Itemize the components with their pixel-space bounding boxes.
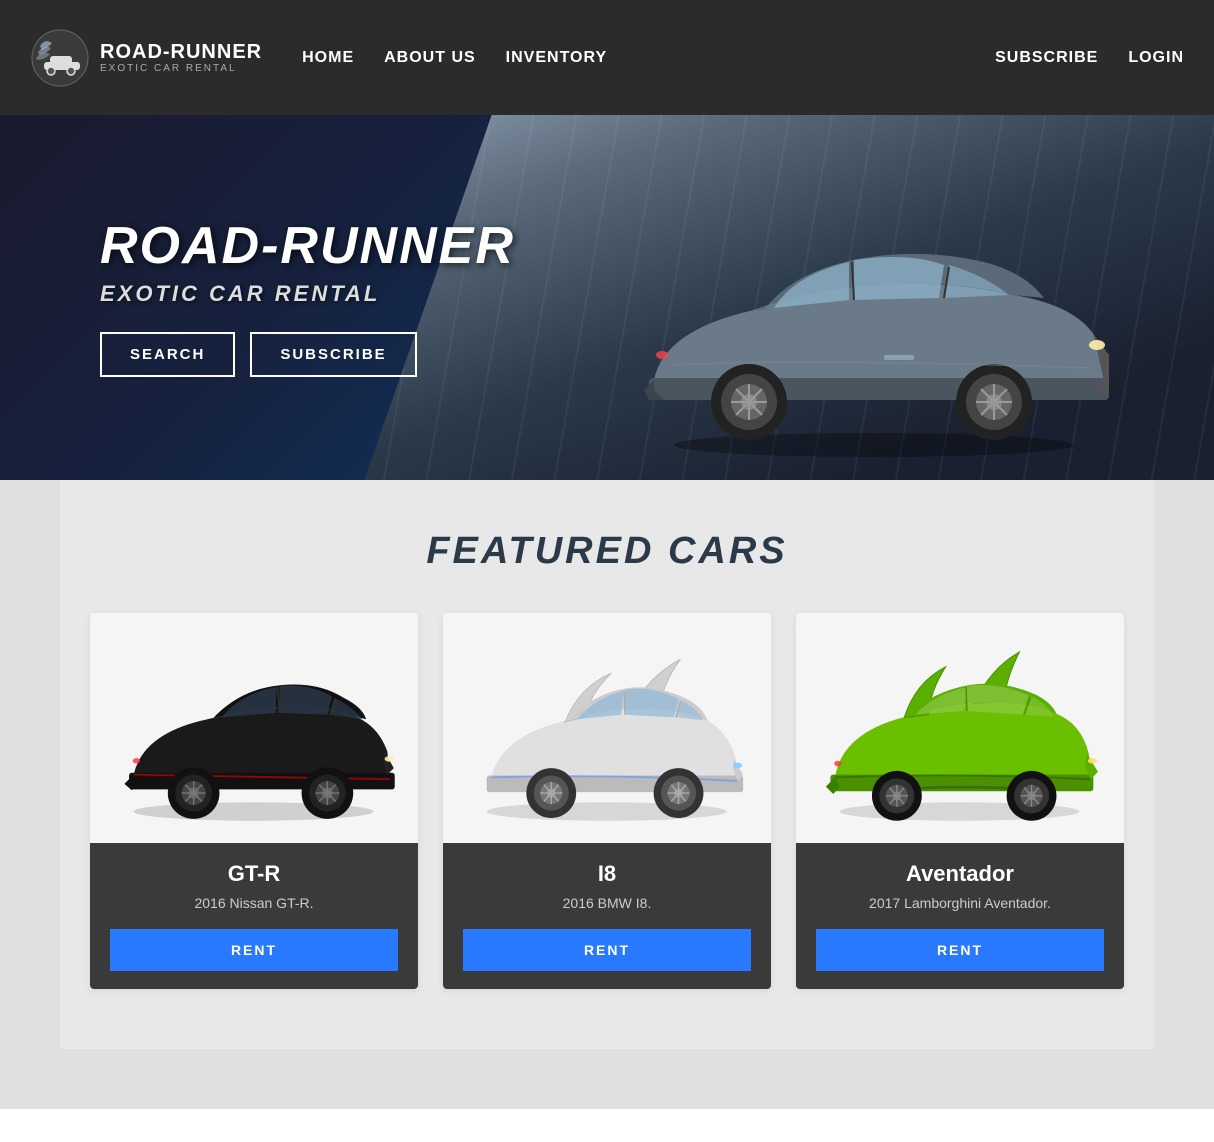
logo-link[interactable]: ROAD-RUNNER EXOTIC CAR RENTAL (30, 28, 262, 88)
car-desc-gtr: 2016 Nissan GT-R. (110, 895, 398, 911)
hero-subtitle: EXOTIC CAR RENTAL (100, 281, 515, 307)
car-image-gtr (90, 613, 418, 843)
hero-buttons: SEARCH SUBSCRIBE (100, 332, 515, 377)
car-info-i8: I8 2016 BMW I8. RENT (443, 843, 771, 989)
car-name-i8: I8 (463, 861, 751, 887)
rent-button-gtr[interactable]: RENT (110, 929, 398, 971)
logo-text: ROAD-RUNNER EXOTIC CAR RENTAL (100, 41, 262, 74)
featured-title: FEATURED CARS (90, 530, 1124, 573)
car-image-aventador (796, 613, 1124, 843)
logo-sub-text: EXOTIC CAR RENTAL (100, 63, 262, 74)
hero-car (594, 180, 1154, 460)
hero-content: ROAD-RUNNER EXOTIC CAR RENTAL SEARCH SUB… (0, 218, 515, 376)
subscribe-button[interactable]: SUBSCRIBE (250, 332, 416, 377)
rent-button-aventador[interactable]: RENT (816, 929, 1104, 971)
car-card-gtr: GT-R 2016 Nissan GT-R. RENT (90, 613, 418, 989)
logo-icon (30, 28, 90, 88)
car-desc-i8: 2016 BMW I8. (463, 895, 751, 911)
car-card-aventador: Aventador 2017 Lamborghini Aventador. RE… (796, 613, 1124, 989)
car-name-aventador: Aventador (816, 861, 1104, 887)
nav-about[interactable]: ABOUT US (384, 49, 476, 66)
car-name-gtr: GT-R (110, 861, 398, 887)
nav-inventory[interactable]: INVENTORY (506, 49, 607, 66)
navbar: ROAD-RUNNER EXOTIC CAR RENTAL HOME ABOUT… (0, 0, 1214, 115)
nav-login[interactable]: LOGIN (1128, 49, 1184, 67)
hero-title: ROAD-RUNNER (100, 218, 515, 275)
car-image-i8 (443, 613, 771, 843)
car-info-aventador: Aventador 2017 Lamborghini Aventador. RE… (796, 843, 1124, 989)
rent-button-i8[interactable]: RENT (463, 929, 751, 971)
nav-links: HOME ABOUT US INVENTORY (302, 49, 607, 67)
featured-section: FEATURED CARS (60, 480, 1154, 1049)
car-desc-aventador: 2017 Lamborghini Aventador. (816, 895, 1104, 911)
cars-grid: GT-R 2016 Nissan GT-R. RENT (90, 613, 1124, 989)
car-card-i8: I8 2016 BMW I8. RENT (443, 613, 771, 989)
nav-subscribe[interactable]: SUBSCRIBE (995, 49, 1098, 67)
logo-main-text: ROAD-RUNNER (100, 41, 262, 63)
nav-right: SUBSCRIBE LOGIN (995, 49, 1184, 67)
nav-home[interactable]: HOME (302, 49, 354, 66)
hero-section: ROAD-RUNNER EXOTIC CAR RENTAL SEARCH SUB… (0, 115, 1214, 480)
search-button[interactable]: SEARCH (100, 332, 235, 377)
car-info-gtr: GT-R 2016 Nissan GT-R. RENT (90, 843, 418, 989)
